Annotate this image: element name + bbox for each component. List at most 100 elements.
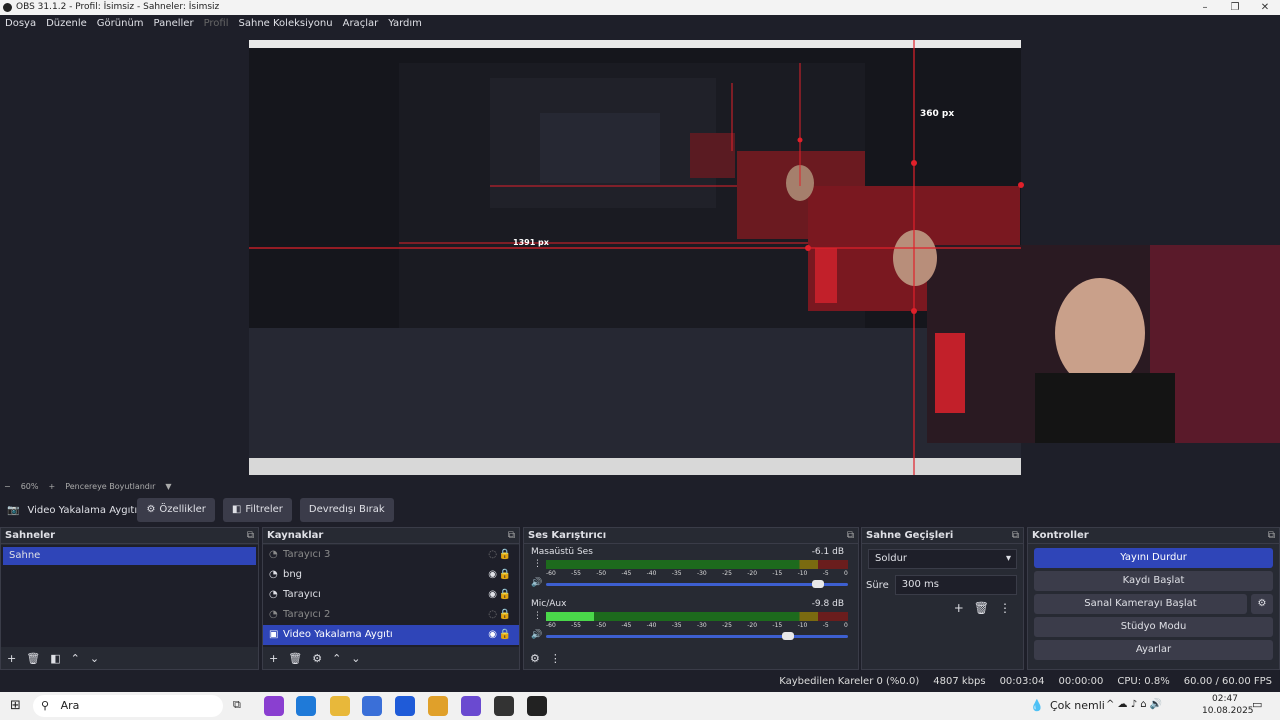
fit-to-window-button[interactable]: Pencereye Boyutlandır: [65, 480, 155, 494]
scale-tick: -45: [621, 622, 632, 629]
studio-mode-button[interactable]: Stüdyo Modu: [1034, 617, 1273, 637]
eye-hidden-icon[interactable]: ◌: [488, 605, 497, 625]
channel-name: Masaüstü Ses: [531, 547, 593, 557]
add-icon[interactable]: +: [269, 652, 278, 665]
lock-icon[interactable]: 🔒: [499, 605, 511, 625]
add-icon[interactable]: +: [7, 652, 16, 665]
file-explorer-icon[interactable]: [330, 696, 350, 716]
chrome-icon[interactable]: [428, 696, 448, 716]
outlook-icon[interactable]: [395, 696, 415, 716]
lock-icon[interactable]: 🔒: [499, 625, 511, 645]
menu-paneller[interactable]: Paneller: [149, 15, 199, 33]
move-up-icon[interactable]: ⌃: [332, 652, 341, 665]
menu-sahne-koleksiyonu[interactable]: Sahne Koleksiyonu: [234, 15, 338, 33]
level-meter: [546, 612, 848, 621]
preview-canvas[interactable]: 360 px 1391 px: [0, 33, 1280, 478]
eye-icon[interactable]: ◉: [488, 625, 497, 645]
source-row[interactable]: ◔ Tarayıcı 3 ◌ 🔒: [263, 545, 519, 565]
add-icon[interactable]: +: [954, 601, 964, 615]
move-down-icon[interactable]: ⌄: [351, 652, 360, 665]
channel-db: -6.1 dB: [811, 547, 844, 557]
task-view-icon[interactable]: ⧉: [233, 698, 241, 712]
move-down-icon[interactable]: ⌄: [90, 652, 99, 665]
weather-text[interactable]: Çok nemli: [1050, 699, 1105, 712]
menu-profil[interactable]: Profil: [199, 15, 234, 33]
title-bar: OBS 31.1.2 - Profil: İsimsiz - Sahneler:…: [0, 0, 1280, 15]
obs-taskbar-icon[interactable]: [494, 696, 514, 716]
undock-icon[interactable]: ⧉: [508, 528, 515, 544]
minimize-button[interactable]: –: [1190, 0, 1220, 15]
volume-slider[interactable]: [546, 580, 848, 588]
volume-knob[interactable]: [781, 632, 794, 640]
settings-button[interactable]: Ayarlar: [1034, 640, 1273, 660]
undock-icon[interactable]: ⧉: [1268, 528, 1275, 544]
gear-icon[interactable]: ⚙: [312, 652, 322, 665]
advanced-audio-icon[interactable]: ⚙: [530, 652, 540, 665]
trash-icon[interactable]: 🗑: [26, 652, 40, 665]
trash-icon[interactable]: 🗑: [288, 652, 302, 665]
clock-time[interactable]: 02:47: [1212, 694, 1238, 704]
source-row[interactable]: ◔ Tarayıcı 2 ◌ 🔒: [263, 605, 519, 625]
undock-icon[interactable]: ⧉: [1012, 528, 1019, 544]
trash-icon[interactable]: 🗑: [974, 601, 989, 615]
zoom-dropdown-icon[interactable]: ▼: [165, 480, 171, 494]
search-box[interactable]: ⚲ Ara: [33, 695, 223, 717]
speaker-icon[interactable]: 🔊: [531, 578, 542, 588]
properties-button[interactable]: ⚙ Özellikler: [137, 498, 215, 522]
source-toolbar: 📷 Video Yakalama Aygıtı ⚙ Özellikler ◧ Fil…: [0, 495, 1280, 525]
camera-icon: 📷: [7, 504, 20, 516]
zoom-out-button[interactable]: −: [4, 480, 11, 494]
menu-icon[interactable]: ⋮: [999, 601, 1011, 615]
transition-select[interactable]: Soldur ▾: [868, 549, 1017, 569]
channel-menu-icon[interactable]: ⋮: [533, 559, 542, 569]
edge-icon[interactable]: [296, 696, 316, 716]
stop-streaming-button[interactable]: Yayını Durdur: [1034, 548, 1273, 568]
mixer-channel: Mic/Aux -9.8 dB ⋮ -60 -55 -50 -45 -40 -35 -30-…: [524, 597, 858, 649]
weather-icon: 💧: [1030, 699, 1044, 712]
store-icon[interactable]: [362, 696, 382, 716]
tray-icons[interactable]: ^ ☁ ♪ ⌂ 🔊: [1106, 699, 1162, 710]
speaker-icon[interactable]: 🔊: [531, 630, 542, 640]
duration-stepper[interactable]: 300 ms: [894, 575, 1017, 595]
scale-tick: -10: [797, 622, 808, 629]
copilot-icon[interactable]: [264, 696, 284, 716]
scene-item[interactable]: Sahne: [3, 547, 256, 565]
menu-duzenle[interactable]: Düzenle: [41, 15, 92, 33]
eye-icon[interactable]: ◉: [488, 565, 497, 585]
channel-menu-icon[interactable]: ⋮: [533, 611, 542, 621]
undock-icon[interactable]: ⧉: [247, 528, 254, 544]
windows-start-icon[interactable]: ⊞: [10, 698, 21, 713]
lock-icon[interactable]: 🔒: [499, 585, 511, 605]
close-button[interactable]: ✕: [1250, 0, 1280, 15]
gear-icon[interactable]: ⚙: [1251, 594, 1273, 614]
maximize-button[interactable]: ❐: [1220, 0, 1250, 15]
start-virtual-camera-button[interactable]: Sanal Kamerayı Başlat: [1034, 594, 1247, 614]
zoom-in-button[interactable]: +: [48, 480, 55, 494]
discord-icon[interactable]: [461, 696, 481, 716]
lock-icon[interactable]: 🔒: [499, 545, 511, 565]
filter-icon[interactable]: ◧: [50, 652, 60, 665]
filters-button[interactable]: ◧ Filtreler: [222, 498, 292, 522]
source-row[interactable]: ◔ bng ◉ 🔒: [263, 565, 519, 585]
menu-yardim[interactable]: Yardım: [383, 15, 427, 33]
scale-tick: -15: [772, 570, 783, 577]
source-row[interactable]: ◔ Tarayıcı ◉ 🔒: [263, 585, 519, 605]
source-row[interactable]: ▣ Video Yakalama Aygıtı ◉ 🔒: [263, 625, 519, 645]
move-up-icon[interactable]: ⌃: [71, 652, 80, 665]
undock-icon[interactable]: ⧉: [847, 528, 854, 544]
mixer-menu-icon[interactable]: ⋮: [550, 652, 561, 665]
eye-hidden-icon[interactable]: ◌: [488, 545, 497, 565]
menu-araclar[interactable]: Araçlar: [338, 15, 384, 33]
lock-icon[interactable]: 🔒: [499, 565, 511, 585]
app-taskbar-icon[interactable]: [527, 696, 547, 716]
bitrate: 4807 kbps: [933, 676, 986, 687]
notification-icon[interactable]: ▭: [1252, 698, 1262, 711]
menu-gorunum[interactable]: Görünüm: [92, 15, 149, 33]
deactivate-button[interactable]: Devredışı Bırak: [299, 498, 394, 522]
start-recording-button[interactable]: Kaydı Başlat: [1034, 571, 1273, 591]
volume-slider[interactable]: [546, 632, 848, 640]
eye-icon[interactable]: ◉: [488, 585, 497, 605]
clock-date[interactable]: 10.08.2025: [1202, 706, 1254, 716]
volume-knob[interactable]: [811, 580, 824, 588]
menu-dosya[interactable]: Dosya: [0, 15, 41, 33]
